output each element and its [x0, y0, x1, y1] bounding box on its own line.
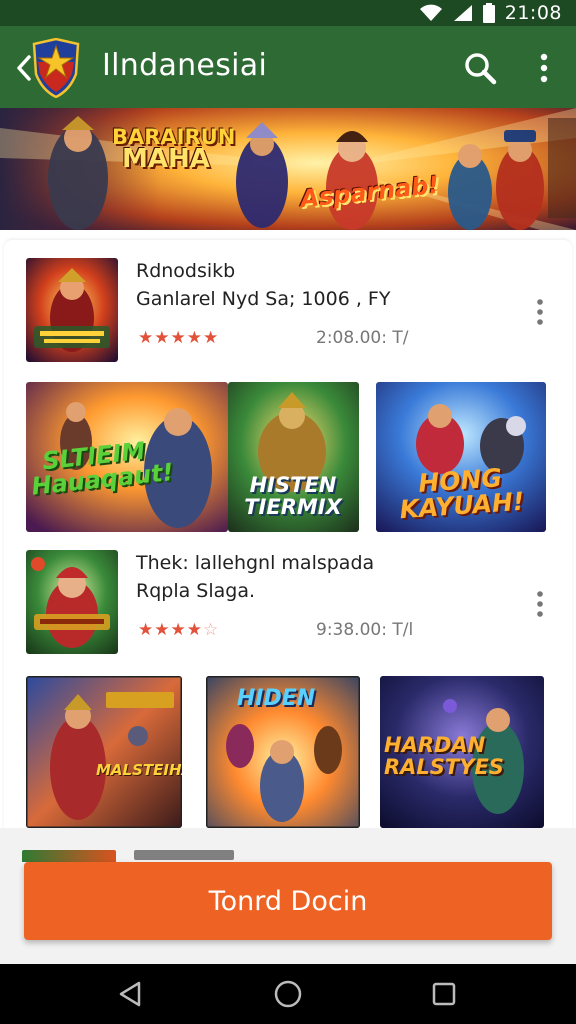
app-icon: [26, 258, 118, 362]
list-item[interactable]: Rdnodsikb Ganlarel Nyd Sa; 1006 , FY ★★★…: [4, 258, 572, 368]
back-triangle-icon: [119, 981, 141, 1007]
item-more-button[interactable]: [528, 292, 552, 332]
screenshot-thumbnail[interactable]: HIDEN: [206, 676, 360, 828]
app-bar: Ilndanesiai: [0, 26, 576, 108]
screenshot-thumbnail[interactable]: MALSTEIHAN: [26, 676, 182, 828]
app-meta: 2:08.00: T/: [316, 328, 409, 348]
app-icon: [26, 550, 118, 654]
banner-title-line2: MAHA: [122, 144, 210, 174]
banner-artwork: [0, 108, 576, 230]
app-subtitle: Ganlarel Nyd Sa; 1006 , FY: [136, 288, 391, 310]
recents-square-icon: [432, 982, 456, 1006]
screenshot-title: HONG KAYUAH!: [398, 463, 526, 525]
search-icon: [465, 53, 497, 85]
download-button[interactable]: Tonrd Docin: [24, 862, 552, 940]
more-options-button[interactable]: [524, 46, 564, 90]
next-app-icon-peek: [22, 850, 116, 862]
screenshot-title: HISTEN TIERMIX: [244, 473, 342, 519]
rating-stars: ★★★★☆: [138, 620, 219, 640]
rating-stars: ★★★★★: [138, 328, 219, 348]
app-subtitle: Rqpla Slaga.: [136, 580, 256, 602]
status-time: 21:08: [504, 2, 562, 24]
list-item[interactable]: Thek: lallehgnl malspada Rqpla Slaga. ★★…: [4, 550, 572, 660]
app-name: Rdnodsikb: [136, 260, 236, 282]
rating-stars-filled: ★★★★: [138, 620, 203, 639]
screenshot-title: HIDEN: [236, 686, 316, 711]
screenshot-title: MALSTEIHAN: [96, 761, 182, 779]
nav-home-button[interactable]: [266, 976, 310, 1012]
navigation-bar: [0, 964, 576, 1024]
nav-back-button[interactable]: [108, 976, 152, 1012]
app-title: Ilndanesiai: [102, 48, 268, 83]
screenshot-thumbnail[interactable]: HARDAN RALSTYES: [380, 676, 544, 828]
wifi-icon: [419, 4, 442, 21]
signal-icon: [453, 5, 472, 21]
battery-icon: [482, 3, 495, 23]
screenshot-title: HARDAN RALSTYES: [384, 733, 504, 779]
status-bar: 21:08: [0, 0, 576, 26]
app-meta: 9:38.00: T/l: [316, 620, 414, 640]
home-circle-icon: [274, 980, 302, 1008]
screenshot-thumbnail[interactable]: SLTIEIM Hauaqaut!: [26, 382, 228, 532]
more-vert-icon: [537, 591, 543, 617]
app-shield-logo: [32, 38, 80, 98]
status-icons: 21:08: [419, 0, 562, 26]
app-list: Rdnodsikb Ganlarel Nyd Sa; 1006 , FY ★★★…: [4, 240, 572, 860]
screenshot-thumbnail[interactable]: HONG KAYUAH!: [376, 382, 546, 532]
next-app-name-peek: [134, 850, 234, 860]
app-name: Thek: lallehgnl malspada: [136, 552, 375, 574]
promo-banner[interactable]: BARAIRUN MAHA Asparnab!: [0, 108, 576, 230]
more-vert-icon: [537, 299, 543, 325]
banner-title: BARAIRUN MAHA: [112, 126, 235, 174]
nav-recents-button[interactable]: [422, 976, 466, 1012]
item-more-button[interactable]: [528, 584, 552, 624]
more-vert-icon: [540, 53, 548, 83]
screenshot-thumbnail[interactable]: HISTEN TIERMIX: [228, 382, 359, 532]
search-button[interactable]: [458, 46, 502, 90]
rating-star-empty: ☆: [202, 620, 220, 639]
rating-stars-filled: ★★★★★: [138, 328, 220, 347]
